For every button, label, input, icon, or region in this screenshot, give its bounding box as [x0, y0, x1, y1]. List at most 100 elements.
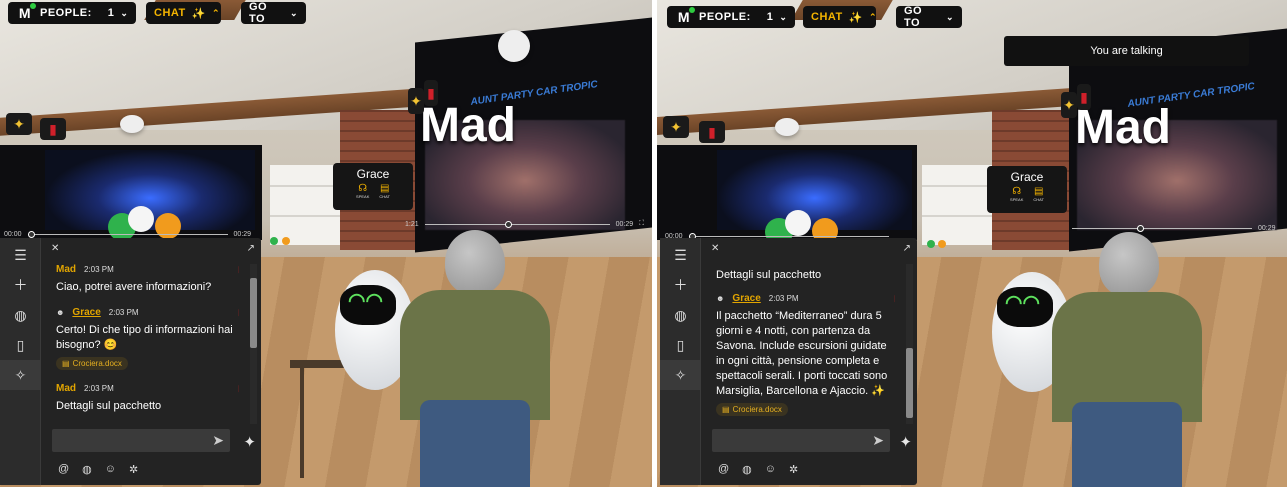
gear-icon[interactable]: ✲: [129, 463, 138, 476]
globe-icon[interactable]: ◍: [0, 300, 41, 330]
video-progress[interactable]: [27, 230, 228, 238]
scrollbar-thumb[interactable]: [906, 348, 913, 418]
orange-marker: [938, 240, 946, 248]
message-input[interactable]: ➤: [712, 429, 890, 452]
grace-avatar-card[interactable]: Grace ☊ SPEAK ▤ CHAT: [987, 166, 1067, 213]
red-badge-icon[interactable]: ▮: [40, 118, 66, 140]
plus-icon[interactable]: ＋: [0, 270, 41, 300]
close-icon[interactable]: ✕: [711, 243, 719, 254]
avatar-head: [445, 230, 505, 295]
video-scrubber[interactable]: [504, 220, 512, 228]
ai-assist-icon[interactable]: ✦: [243, 433, 256, 451]
goto-button[interactable]: GO TO ⌄: [241, 1, 306, 25]
chevron-up-icon: ⌃: [211, 7, 220, 18]
speak-label: SPEAK: [356, 194, 370, 199]
chevron-down-icon: ⌄: [945, 11, 954, 22]
star-badge-icon[interactable]: ✦: [663, 116, 689, 138]
at-icon[interactable]: @: [718, 463, 729, 476]
hamburger-icon[interactable]: ☰: [660, 240, 701, 270]
globe-icon[interactable]: ◍: [82, 463, 92, 476]
speak-action[interactable]: ☊ SPEAK: [1010, 187, 1024, 203]
speak-label: SPEAK: [1010, 197, 1024, 202]
star-badge-icon[interactable]: ✦: [408, 88, 424, 114]
chat-button[interactable]: CHAT ✨ ⌃: [146, 2, 221, 24]
video-scrubber[interactable]: [27, 230, 35, 238]
message-time: 2:03 PM: [108, 308, 139, 317]
message-time: 2:03 PM: [768, 294, 799, 303]
message-time: 2:03 PM: [84, 265, 114, 274]
send-icon[interactable]: ➤: [872, 432, 884, 449]
video-controls-right[interactable]: 0 00:29: [1072, 222, 1276, 234]
chat-action[interactable]: ▤ CHAT: [379, 184, 390, 200]
chat-action-label: CHAT: [1033, 197, 1044, 202]
message-author[interactable]: Mad: [56, 264, 76, 275]
emoji-icon[interactable]: ☺: [105, 463, 116, 476]
at-icon[interactable]: @: [58, 463, 69, 476]
globe-icon[interactable]: ◍: [742, 463, 752, 476]
scrollbar-thumb[interactable]: [250, 278, 257, 348]
message-input[interactable]: ➤: [52, 429, 230, 452]
speak-action[interactable]: ☊ SPEAK: [356, 183, 370, 200]
video-time: 00:00: [4, 230, 22, 238]
chat-action[interactable]: ▤ CHAT: [1033, 187, 1044, 203]
chat-scrollbar[interactable]: [906, 264, 913, 424]
message-author[interactable]: Mad: [56, 383, 76, 394]
gear-icon[interactable]: ✲: [789, 463, 798, 476]
sparkle-icon[interactable]: ✧: [660, 360, 701, 390]
star-badge-icon[interactable]: ✦: [1061, 92, 1077, 118]
people-button[interactable]: M PEOPLE: 1 ⌄: [667, 6, 796, 28]
composer-toolbar: @ ◍ ☺ ✲: [58, 463, 138, 476]
emoji-icon[interactable]: ☺: [765, 463, 776, 476]
chat-button[interactable]: CHAT ✨ ⌃: [803, 6, 876, 28]
expand-icon[interactable]: ↗: [247, 243, 255, 254]
video-duration: 00:29: [1258, 224, 1276, 232]
people-count: 1: [766, 11, 774, 23]
star-badge-icon[interactable]: ✦: [6, 113, 32, 135]
video-scrubber[interactable]: [1137, 224, 1144, 232]
send-icon[interactable]: ➤: [212, 432, 224, 449]
chat-sidebar: ☰ ＋ ◍ ▯ ✧: [660, 238, 701, 485]
video-progress[interactable]: [688, 232, 889, 240]
hamburger-icon[interactable]: ☰: [0, 240, 41, 270]
message-text: Ciao, potrei avere informazioni?: [56, 281, 212, 293]
red-badge-icon[interactable]: ▮: [424, 80, 438, 106]
people-count: 1: [107, 7, 115, 19]
trash-icon[interactable]: ▮: [894, 293, 895, 304]
plus-icon[interactable]: ＋: [660, 270, 701, 300]
close-icon[interactable]: ✕: [51, 243, 59, 254]
message-author[interactable]: Grace: [732, 293, 760, 304]
message-author[interactable]: Grace: [72, 307, 100, 318]
ai-assist-icon[interactable]: ✦: [899, 433, 912, 451]
speak-icon: ☊: [358, 183, 368, 194]
red-badge-icon[interactable]: ▮: [1077, 84, 1091, 110]
expand-icon[interactable]: ↗: [903, 243, 911, 254]
video-progress[interactable]: [424, 220, 610, 228]
goto-button[interactable]: GO TO ⌄: [896, 5, 962, 29]
orange-marker: [282, 237, 290, 245]
red-badge-icon[interactable]: ▮: [699, 121, 725, 143]
video-progress[interactable]: [1072, 224, 1252, 232]
fullscreen-icon[interactable]: ⛶: [639, 220, 644, 228]
chat-message: Mad 2:03 PM ▮ Dettagli sul pacchetto: [56, 383, 239, 414]
chat-sidebar: ☰ ＋ ◍ ▯ ✧: [0, 238, 41, 485]
cruise-ship-video: [717, 150, 912, 230]
phone-icon[interactable]: ▯: [0, 330, 41, 360]
trash-icon[interactable]: ▮: [238, 264, 239, 275]
globe-icon[interactable]: ◍: [660, 300, 701, 330]
sparkle-icon[interactable]: ✧: [0, 360, 41, 390]
trash-icon[interactable]: ▮: [238, 383, 239, 394]
video-controls-right[interactable]: 1:21 00:29 ⛶: [405, 218, 644, 230]
video-time: 1:21: [405, 220, 419, 228]
people-button[interactable]: M PEOPLE: 1 ⌄: [8, 2, 137, 24]
message-list: Dettagli sul pacchetto ☻ Grace 2:03 PM ▮ I…: [716, 268, 895, 428]
video-duration: 00:29: [615, 220, 634, 228]
wall-shelf: [922, 165, 992, 245]
chat-scrollbar[interactable]: [250, 264, 257, 424]
chevron-down-icon: ⌄: [120, 7, 129, 18]
file-attachment[interactable]: ▤ Crociera.docx: [716, 403, 788, 416]
composer-toolbar: @ ◍ ☺ ✲: [718, 463, 798, 476]
trash-icon[interactable]: ▮: [238, 307, 239, 318]
phone-icon[interactable]: ▯: [660, 330, 701, 360]
grace-avatar-card[interactable]: Grace ☊ SPEAK ▤ CHAT: [333, 163, 413, 210]
file-attachment[interactable]: ▤ Crociera.docx: [56, 357, 128, 370]
